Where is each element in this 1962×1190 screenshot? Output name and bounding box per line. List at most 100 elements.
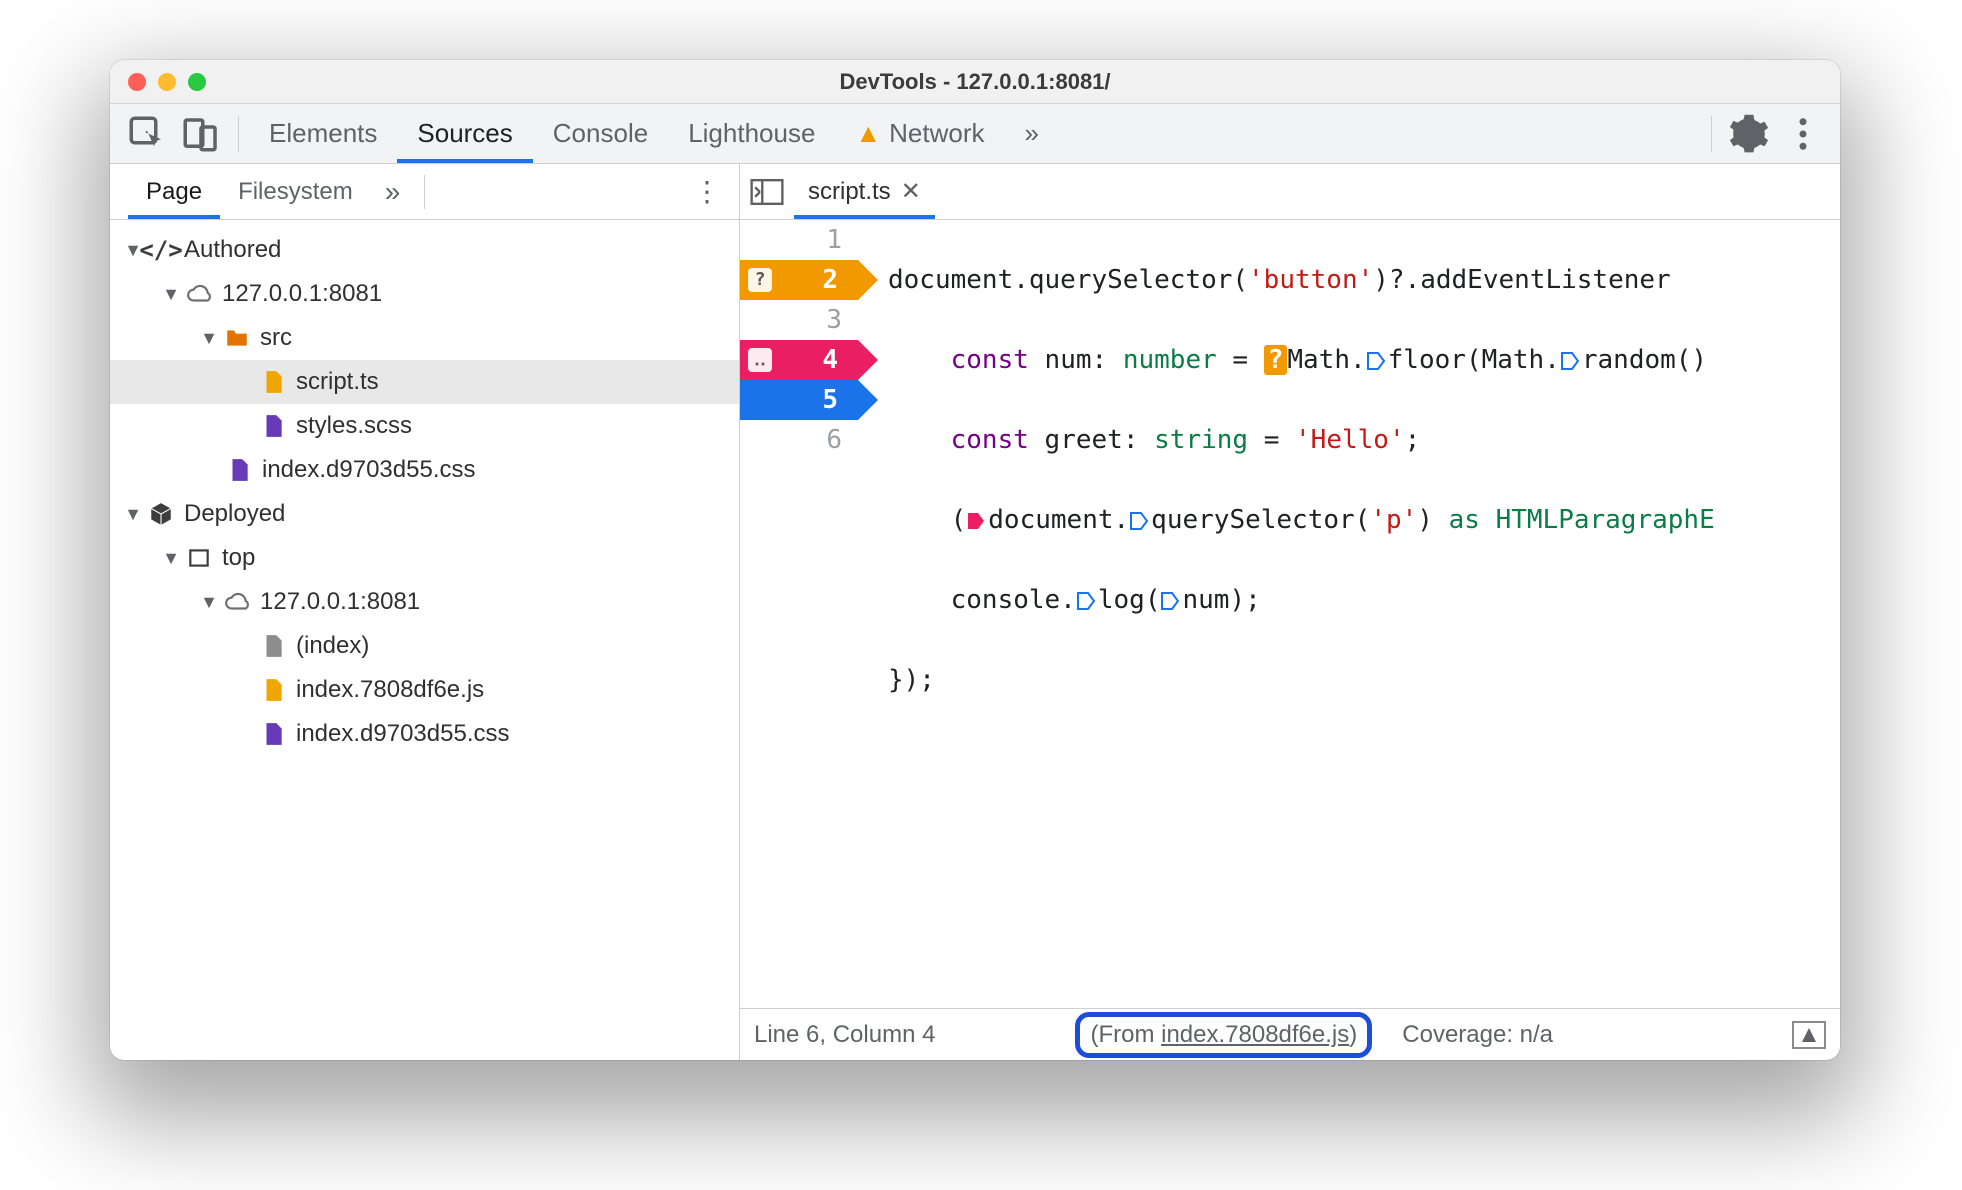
editor-body[interactable]: 1 ? 2 3 ‥ 4 (740, 220, 1840, 1008)
settings-icon[interactable] (1728, 113, 1770, 155)
gutter-line[interactable]: 6 (740, 420, 842, 460)
tree-file-index-js[interactable]: index.7808df6e.js (110, 668, 739, 712)
tree-folder-src[interactable]: ▼ src (110, 316, 739, 360)
tab-sources[interactable]: Sources (397, 104, 532, 163)
caret-down-icon: ▼ (162, 284, 180, 305)
show-drawer-icon[interactable]: ▲ (1792, 1021, 1826, 1049)
column-marker-icon[interactable] (966, 511, 986, 531)
conditional-breakpoint-icon[interactable]: ? 2 (740, 260, 858, 300)
separator (424, 175, 425, 209)
tree-file-script-ts[interactable]: script.ts (110, 360, 739, 404)
tree-file-authored-css[interactable]: index.d9703d55.css (110, 448, 739, 492)
tree-file-styles-scss[interactable]: styles.scss (110, 404, 739, 448)
tree-authored[interactable]: ▼ </> Authored (110, 228, 739, 272)
tab-elements[interactable]: Elements (249, 104, 397, 163)
separator (238, 116, 239, 152)
navigator-tabs-overflow[interactable]: » (371, 176, 415, 208)
tab-console[interactable]: Console (533, 104, 668, 163)
tree-label: 127.0.0.1:8081 (260, 588, 420, 616)
editor-statusbar: Line 6, Column 4 (From index.7808df6e.js… (740, 1008, 1840, 1060)
breakpoint-icon[interactable]: 5 (740, 380, 858, 420)
code-area[interactable]: document.querySelector('button')?.addEve… (860, 220, 1840, 1008)
code-line[interactable]: const greet: string = 'Hello'; (888, 420, 1840, 460)
navigator-tab-filesystem[interactable]: Filesystem (220, 164, 371, 219)
column-marker-icon[interactable] (1076, 591, 1096, 611)
tree-label: index.d9703d55.css (262, 456, 476, 484)
css-file-icon (260, 413, 286, 439)
code-line[interactable]: (document.querySelector('p') as HTMLPara… (888, 500, 1840, 540)
code-line[interactable]: const num: number = ?Math.floor(Math.ran… (888, 340, 1840, 380)
coverage-status: Coverage: n/a (1402, 1021, 1553, 1049)
editor-tabs: script.ts ✕ (740, 164, 1840, 220)
column-marker-icon[interactable] (1366, 351, 1386, 371)
tree-label: script.ts (296, 368, 379, 396)
tree-label: Deployed (184, 500, 285, 528)
column-marker-icon[interactable] (1129, 511, 1149, 531)
tree-file-deployed-css[interactable]: index.d9703d55.css (110, 712, 739, 756)
tree-deployed[interactable]: ▼ Deployed (110, 492, 739, 536)
navigator-more-icon[interactable]: ⋮ (693, 175, 739, 208)
column-marker-icon[interactable] (1560, 351, 1580, 371)
editor-tab-label: script.ts (808, 178, 891, 206)
breakpoint-badge: ‥ (748, 348, 772, 372)
folder-icon (224, 325, 250, 351)
js-file-icon (260, 677, 286, 703)
gutter-line[interactable]: 5 (740, 380, 842, 420)
css-file-icon (226, 457, 252, 483)
tabs-overflow[interactable]: » (1005, 104, 1059, 163)
code-line[interactable]: document.querySelector('button')?.addEve… (888, 260, 1840, 300)
navigator-toggle-icon[interactable] (740, 179, 794, 205)
tab-network[interactable]: ▲ Network (835, 104, 1004, 163)
code-icon: </> (148, 237, 174, 263)
window-title: DevTools - 127.0.0.1:8081/ (110, 69, 1840, 95)
column-marker-icon[interactable] (1160, 591, 1180, 611)
frame-icon (186, 545, 212, 571)
package-icon (148, 501, 174, 527)
gutter-line[interactable]: 3 (740, 300, 842, 340)
document-icon (260, 633, 286, 659)
inline-breakpoint-icon[interactable]: ? (1264, 345, 1288, 375)
tree-host-deployed[interactable]: ▼ 127.0.0.1:8081 (110, 580, 739, 624)
device-toggle-icon[interactable] (180, 113, 222, 155)
caret-down-icon: ▼ (200, 592, 218, 613)
cloud-icon (224, 589, 250, 615)
tree-label: (index) (296, 632, 369, 660)
gutter-line[interactable]: ‥ 4 (740, 340, 842, 380)
file-tree: ▼ </> Authored ▼ 127.0.0.1:8081 ▼ src (110, 220, 739, 1060)
tree-label: index.d9703d55.css (296, 720, 510, 748)
editor-tab-script-ts[interactable]: script.ts ✕ (794, 164, 935, 219)
titlebar: DevTools - 127.0.0.1:8081/ (110, 60, 1840, 104)
inspect-icon[interactable] (126, 113, 168, 155)
tree-top[interactable]: ▼ top (110, 536, 739, 580)
panels: Page Filesystem » ⋮ ▼ </> Authored ▼ (110, 164, 1840, 1060)
tree-label: top (222, 544, 255, 572)
caret-down-icon: ▼ (162, 548, 180, 569)
tab-lighthouse[interactable]: Lighthouse (668, 104, 835, 163)
code-line[interactable]: console.log(num); (888, 580, 1840, 620)
devtools-window: DevTools - 127.0.0.1:8081/ Elements Sour… (110, 60, 1840, 1060)
navigator-tabs: Page Filesystem » ⋮ (110, 164, 739, 220)
source-map-link[interactable]: index.7808df6e.js (1161, 1021, 1349, 1048)
navigator-pane: Page Filesystem » ⋮ ▼ </> Authored ▼ (110, 164, 740, 1060)
tree-file-index[interactable]: (index) (110, 624, 739, 668)
tree-host[interactable]: ▼ 127.0.0.1:8081 (110, 272, 739, 316)
logpoint-icon[interactable]: ‥ 4 (740, 340, 858, 380)
caret-down-icon: ▼ (124, 504, 142, 525)
close-tab-icon[interactable]: ✕ (901, 177, 921, 206)
code-line[interactable]: }); (888, 660, 1840, 700)
cursor-position: Line 6, Column 4 (754, 1021, 935, 1049)
source-mapped-from[interactable]: (From index.7808df6e.js) (1075, 1012, 1372, 1058)
tree-label: Authored (184, 236, 281, 264)
gutter-line[interactable]: ? 2 (740, 260, 842, 300)
css-file-icon (260, 721, 286, 747)
js-file-icon (260, 369, 286, 395)
navigator-tab-page[interactable]: Page (128, 164, 220, 219)
line-gutter[interactable]: 1 ? 2 3 ‥ 4 (740, 220, 860, 1008)
from-suffix: ) (1349, 1021, 1357, 1048)
gutter-line[interactable]: 1 (740, 220, 842, 260)
editor-pane: script.ts ✕ 1 ? 2 3 (740, 164, 1840, 1060)
tree-label: src (260, 324, 292, 352)
separator (1711, 116, 1712, 152)
kebab-menu-icon[interactable] (1782, 113, 1824, 155)
tree-label: index.7808df6e.js (296, 676, 484, 704)
